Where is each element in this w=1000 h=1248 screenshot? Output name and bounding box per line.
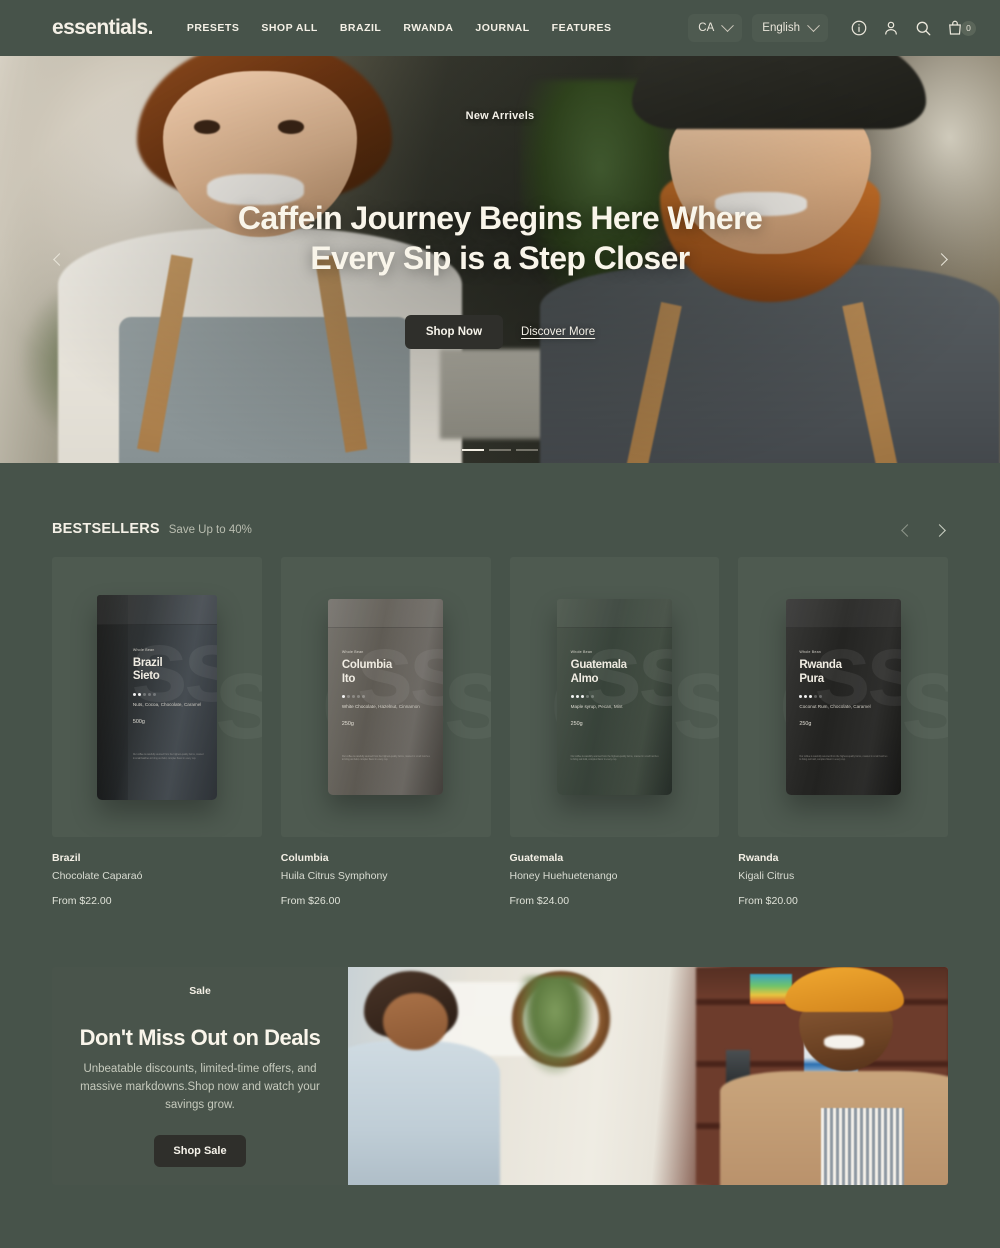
hero-slide-dot-1[interactable] (462, 448, 484, 451)
product-image[interactable]: ess ss Whole Bean Brazil Sieto Nuts, Coc… (52, 557, 262, 837)
bestsellers-next-button[interactable] (930, 521, 948, 539)
product-origin: Columbia (280, 852, 329, 864)
hero-title: Caffein Journey Begins Here Where Every … (237, 200, 763, 277)
cart-count-badge: 0 (961, 20, 976, 36)
cart-button[interactable]: 0 (946, 19, 976, 37)
nav-item-shop-all[interactable]: SHOP ALL (261, 22, 318, 34)
product-card[interactable]: ess ss Whole Bean Brazil Sieto Nuts, Coc… (52, 557, 262, 907)
product-bag-graphic: ss Whole Bean Columbia Ito White Chocola… (328, 599, 444, 795)
bestsellers-subtitle: Save Up to 40% (168, 524, 252, 536)
chevron-left-icon (900, 523, 914, 537)
product-bag-graphic: ss Whole Bean Guatemala Almo Maple syrup… (556, 599, 672, 795)
product-price: From $20.00 (738, 895, 798, 907)
chevron-down-icon (807, 18, 820, 32)
sale-eyebrow: Sale (189, 985, 211, 998)
nav-item-rwanda[interactable]: RWANDA (403, 22, 453, 34)
product-origin: Brazil (52, 852, 81, 864)
info-icon[interactable] (850, 19, 868, 37)
shop-now-button[interactable]: Shop Now (404, 314, 504, 349)
language-selector[interactable]: English (752, 14, 828, 42)
hero-slide-dot-2[interactable] (489, 448, 511, 451)
country-selector-value: CA (698, 22, 715, 34)
product-image[interactable]: ess ss Whole Bean Rwanda Pura Coconut Ru… (738, 557, 948, 837)
sale-banner-image (348, 967, 948, 1185)
language-selector-value: English (762, 22, 800, 34)
site-logo[interactable]: essentials. (52, 16, 153, 40)
sale-banner-content: Sale Don't Miss Out on Deals Unbeatable … (52, 967, 348, 1185)
discover-more-link[interactable]: Discover More (521, 326, 595, 338)
bestsellers-prev-button[interactable] (898, 521, 916, 539)
hero-next-button[interactable] (928, 247, 954, 273)
hero-content: New Arrivels Caffein Journey Begins Here… (0, 56, 1000, 349)
sale-banner: Sale Don't Miss Out on Deals Unbeatable … (52, 967, 948, 1185)
product-image[interactable]: ess ss Whole Bean Guatemala Almo Maple s… (509, 557, 720, 837)
sale-title: Don't Miss Out on Deals (79, 1025, 321, 1051)
header-utilities: CA English 0 (688, 14, 976, 42)
bestsellers-section: BESTSELLERS Save Up to 40% ess ss Whole … (0, 463, 1000, 1247)
nav-item-presets[interactable]: PRESETS (187, 22, 240, 34)
product-card[interactable]: ess ss Whole Bean Columbia Ito White Cho… (280, 557, 491, 907)
product-info: Brazil Chocolate Caparaó From $22.00 (52, 837, 262, 907)
product-bag-graphic: ss Whole Bean Rwanda Pura Coconut Rum, C… (785, 599, 901, 795)
bestsellers-header: BESTSELLERS Save Up to 40% (52, 463, 948, 557)
chevron-right-icon (934, 253, 948, 266)
product-name: Kigali Citrus (738, 870, 795, 882)
product-image[interactable]: ess ss Whole Bean Columbia Ito White Cho… (280, 557, 491, 837)
product-origin: Guatemala (509, 852, 564, 864)
product-info: Rwanda Kigali Citrus From $20.00 (738, 837, 948, 907)
chevron-down-icon (721, 18, 735, 32)
product-price: From $24.00 (509, 895, 570, 907)
product-name: Huila Citrus Symphony (280, 870, 388, 882)
product-price: From $26.00 (280, 895, 341, 907)
sale-description: Unbeatable discounts, limited-time offer… (80, 1063, 320, 1111)
chevron-left-icon (52, 253, 66, 266)
hero-slide-indicators (462, 448, 538, 451)
footer-spacer (52, 1185, 948, 1247)
nav-item-features[interactable]: FEATURES (552, 22, 612, 34)
header-icon-row: 0 (850, 19, 976, 37)
product-name: Honey Huehuetenango (509, 870, 618, 882)
hero-prev-button[interactable] (46, 247, 72, 273)
hero-cta-group: Shop Now Discover More (0, 314, 1000, 349)
product-price: From $22.00 (52, 895, 112, 907)
main-navigation: PRESETS SHOP ALL BRAZIL RWANDA JOURNAL F… (187, 22, 612, 34)
account-icon[interactable] (882, 19, 900, 37)
shop-sale-button[interactable]: Shop Sale (154, 1134, 246, 1167)
nav-item-journal[interactable]: JOURNAL (475, 22, 529, 34)
nav-item-brazil[interactable]: BRAZIL (340, 22, 382, 34)
product-bag-graphic: ss Whole Bean Brazil Sieto Nuts, Cocoa, … (96, 594, 217, 800)
hero-slide-dot-3[interactable] (516, 448, 538, 451)
product-origin: Rwanda (738, 852, 779, 864)
bestsellers-carousel-controls (898, 521, 948, 539)
hero-eyebrow: New Arrivels (465, 110, 535, 122)
site-header: essentials. PRESETS SHOP ALL BRAZIL RWAN… (0, 0, 1000, 56)
bestsellers-title: BESTSELLERS (52, 521, 160, 537)
product-card[interactable]: ess ss Whole Bean Guatemala Almo Maple s… (509, 557, 720, 907)
product-card[interactable]: ess ss Whole Bean Rwanda Pura Coconut Ru… (738, 557, 948, 907)
hero-slider: New Arrivels Caffein Journey Begins Here… (0, 56, 1000, 463)
chevron-right-icon (932, 523, 946, 537)
product-info: Columbia Huila Citrus Symphony From $26.… (281, 837, 491, 907)
search-icon[interactable] (914, 19, 932, 37)
product-grid: ess ss Whole Bean Brazil Sieto Nuts, Coc… (52, 557, 948, 907)
product-info: Guatemala Honey Huehuetenango From $24.0… (510, 837, 720, 907)
product-name: Chocolate Caparaó (52, 870, 143, 882)
country-selector[interactable]: CA (688, 14, 743, 42)
